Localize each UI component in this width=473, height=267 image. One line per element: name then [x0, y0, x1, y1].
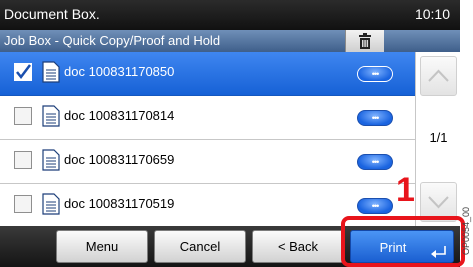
step-callout: 1: [396, 171, 415, 209]
sub-title-bar: Job Box - Quick Copy/Proof and Hold: [0, 30, 460, 52]
figure-code: OP0054_00: [461, 206, 471, 255]
document-icon: [42, 193, 60, 215]
chevron-up-icon: [428, 69, 449, 82]
more-icon: •••: [371, 200, 380, 211]
box-title: Job Box - Quick Copy/Proof and Hold: [4, 33, 221, 48]
print-highlight-frame: [341, 216, 465, 267]
document-list: doc 100831170850 ••• doc 100831170814 ••…: [0, 52, 415, 227]
detail-button[interactable]: •••: [357, 154, 393, 170]
checkbox[interactable]: [14, 195, 32, 213]
list-item[interactable]: doc 100831170850 •••: [0, 52, 415, 96]
check-icon: [16, 64, 31, 80]
more-icon: •••: [371, 112, 380, 123]
more-icon: •••: [371, 156, 380, 167]
document-name: doc 100831170659: [64, 152, 175, 167]
more-icon: •••: [371, 68, 380, 79]
detail-button[interactable]: •••: [357, 110, 393, 126]
detail-button[interactable]: •••: [357, 66, 393, 82]
scroll-up-button[interactable]: [420, 56, 457, 96]
screen-title: Document Box.: [4, 6, 100, 22]
trash-icon: [359, 33, 371, 49]
document-name: doc 100831170850: [64, 64, 175, 79]
cancel-button[interactable]: Cancel: [154, 230, 246, 263]
document-name: doc 100831170814: [64, 108, 175, 123]
checkbox[interactable]: [14, 63, 32, 81]
document-icon: [42, 61, 60, 83]
delete-button[interactable]: [345, 30, 384, 52]
page-indicator: 1/1: [429, 130, 448, 145]
document-icon: [42, 105, 60, 127]
clock: 10:10: [414, 6, 450, 22]
detail-button[interactable]: •••: [357, 198, 393, 214]
title-bar: Document Box. 10:10: [0, 0, 460, 30]
back-button[interactable]: < Back: [252, 230, 344, 263]
checkbox[interactable]: [14, 107, 32, 125]
menu-button[interactable]: Menu: [56, 230, 148, 263]
list-item[interactable]: doc 100831170814 •••: [0, 96, 415, 140]
list-item[interactable]: doc 100831170659 •••: [0, 140, 415, 184]
list-scroller: 1/1: [415, 52, 460, 226]
document-icon: [42, 149, 60, 171]
document-name: doc 100831170519: [64, 196, 175, 211]
checkbox[interactable]: [14, 151, 32, 169]
